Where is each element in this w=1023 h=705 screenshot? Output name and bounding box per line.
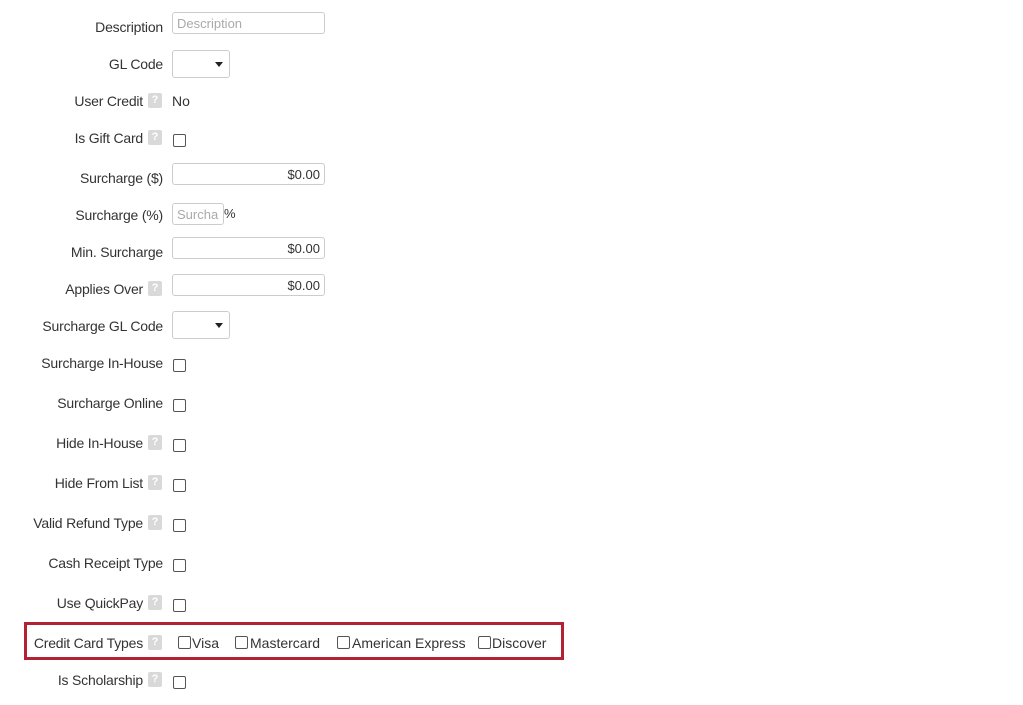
- surcharge-online-label: Surcharge Online: [57, 395, 163, 411]
- discover-label: Discover: [492, 635, 547, 651]
- help-icon[interactable]: ?: [148, 281, 162, 296]
- is-gift-card-label: Is Gift Card: [74, 130, 144, 146]
- min-surcharge-label: Min. Surcharge: [70, 244, 163, 260]
- help-icon[interactable]: ?: [148, 130, 162, 145]
- use-quickpay-checkbox[interactable]: [173, 599, 186, 612]
- surcharge-gl-code-select[interactable]: [172, 311, 230, 339]
- gl-code-select[interactable]: [172, 50, 230, 78]
- surcharge-in-house-label: Surcharge In-House: [41, 355, 163, 371]
- surcharge-gl-code-label: Surcharge GL Code: [42, 318, 163, 334]
- surcharge-amount-input[interactable]: [172, 163, 325, 185]
- applies-over-input[interactable]: [172, 274, 325, 296]
- hide-from-list-checkbox[interactable]: [173, 479, 186, 492]
- hide-in-house-checkbox[interactable]: [173, 439, 186, 452]
- description-input[interactable]: [172, 12, 325, 34]
- cash-receipt-type-checkbox[interactable]: [173, 559, 186, 572]
- visa-checkbox[interactable]: [178, 636, 191, 649]
- hide-in-house-label: Hide In-House: [56, 435, 143, 451]
- user-credit-label: User Credit: [74, 93, 143, 109]
- help-icon[interactable]: ?: [148, 475, 162, 490]
- surcharge-amount-label: Surcharge ($): [80, 170, 163, 186]
- is-scholarship-label: Is Scholarship: [57, 672, 143, 688]
- surcharge-percent-label: Surcharge (%): [75, 207, 163, 223]
- mastercard-label: Mastercard: [250, 635, 321, 651]
- is-gift-card-checkbox[interactable]: [173, 134, 186, 147]
- applies-over-label: Applies Over: [65, 281, 143, 297]
- help-icon[interactable]: ?: [148, 515, 162, 530]
- american-express-checkbox[interactable]: [337, 636, 350, 649]
- help-icon[interactable]: ?: [148, 635, 162, 650]
- mastercard-checkbox[interactable]: [235, 636, 248, 649]
- surcharge-online-checkbox[interactable]: [173, 399, 186, 412]
- credit-card-types-label: Credit Card Types: [33, 635, 143, 651]
- chevron-down-icon: [215, 62, 223, 67]
- is-scholarship-checkbox[interactable]: [173, 676, 186, 689]
- help-icon[interactable]: ?: [148, 435, 162, 450]
- surcharge-in-house-checkbox[interactable]: [173, 359, 186, 372]
- use-quickpay-label: Use QuickPay: [56, 595, 143, 611]
- help-icon[interactable]: ?: [148, 595, 162, 610]
- help-icon[interactable]: ?: [148, 672, 162, 687]
- description-label: Description: [95, 19, 163, 35]
- surcharge-percent-input[interactable]: [172, 203, 224, 225]
- gl-code-label: GL Code: [108, 56, 163, 72]
- american-express-label: American Express: [352, 635, 466, 651]
- chevron-down-icon: [215, 323, 223, 328]
- valid-refund-type-label: Valid Refund Type: [33, 515, 143, 531]
- discover-checkbox[interactable]: [478, 636, 491, 649]
- valid-refund-type-checkbox[interactable]: [173, 519, 186, 532]
- visa-label: Visa: [192, 635, 219, 651]
- help-icon[interactable]: ?: [148, 93, 162, 108]
- percent-suffix: %: [224, 206, 236, 221]
- cash-receipt-type-label: Cash Receipt Type: [48, 555, 163, 571]
- user-credit-value: No: [172, 93, 190, 109]
- min-surcharge-input[interactable]: [172, 237, 325, 259]
- hide-from-list-label: Hide From List: [54, 475, 143, 491]
